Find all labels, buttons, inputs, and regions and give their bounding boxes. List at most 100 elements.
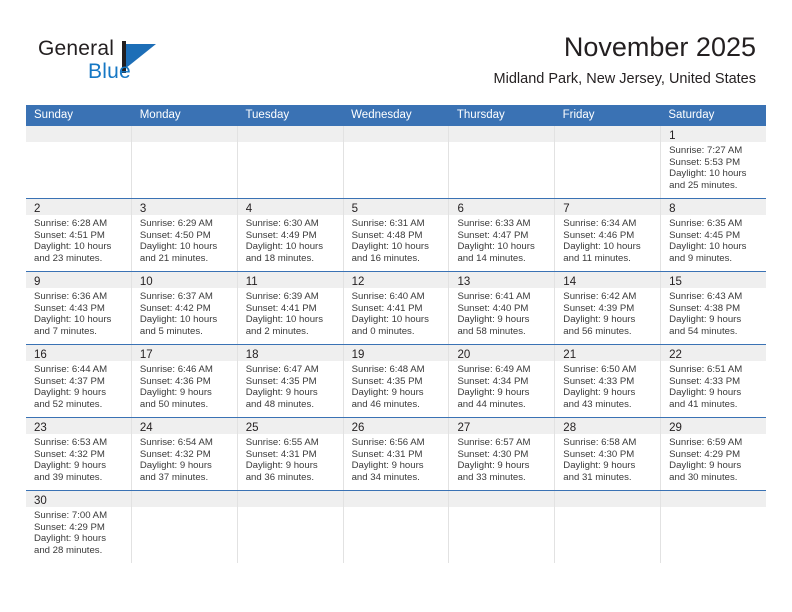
calendar-day-cell[interactable]: 22 Sunrise: 6:51 AM Sunset: 4:33 PM Dayligh… <box>661 345 767 417</box>
daylight-duration-line2: and 56 minutes. <box>563 325 632 337</box>
sun-info: Sunrise: 6:55 AM Sunset: 4:31 PM Daylight:… <box>238 434 343 483</box>
sun-info: Sunrise: 6:42 AM Sunset: 4:39 PM Daylight:… <box>555 288 660 337</box>
daylight-duration-line1: Daylight: 9 hours <box>139 460 212 472</box>
sunset-time: Sunset: 4:30 PM <box>563 448 635 460</box>
calendar-day-cell[interactable]: 29 Sunrise: 6:59 AM Sunset: 4:29 PM Dayligh… <box>661 418 767 490</box>
day-number-band <box>555 126 661 142</box>
calendar-day-cell[interactable]: 12 Sunrise: 6:40 AM Sunset: 4:41 PM Dayligh… <box>343 272 450 344</box>
day-number-band: 5 <box>343 199 449 215</box>
sunset-time: Sunset: 4:35 PM <box>351 375 423 387</box>
calendar-day-cell[interactable]: 6 Sunrise: 6:33 AM Sunset: 4:47 PM Daylight… <box>449 199 556 271</box>
calendar-day-cell[interactable]: 7 Sunrise: 6:34 AM Sunset: 4:46 PM Daylight… <box>555 199 662 271</box>
daylight-duration-line1: Daylight: 10 hours <box>669 168 747 180</box>
sunset-time: Sunset: 4:42 PM <box>139 302 211 314</box>
day-number-band: 23 <box>26 418 131 434</box>
day-number: 26 <box>351 422 365 434</box>
day-of-week-header-tuesday: Tuesday <box>245 109 290 121</box>
calendar-weeks: 1 Sunrise: 7:27 AM Sunset: 5:53 PM Daylight… <box>26 126 767 563</box>
calendar-day-cell[interactable]: 26 Sunrise: 6:56 AM Sunset: 4:31 PM Dayligh… <box>343 418 450 490</box>
day-number-band: 28 <box>555 418 661 434</box>
calendar-day-cell[interactable]: 4 Sunrise: 6:30 AM Sunset: 4:49 PM Daylight… <box>237 199 344 271</box>
day-of-week-header-saturday: Saturday <box>668 109 715 121</box>
daylight-duration-line2: and 48 minutes. <box>245 398 314 410</box>
sunrise-time: Sunrise: 6:36 AM <box>34 291 108 302</box>
calendar-day-cell[interactable]: 2 Sunrise: 6:28 AM Sunset: 4:51 PM Daylight… <box>26 199 132 271</box>
daylight-duration-line2: and 31 minutes. <box>563 471 632 483</box>
day-number-band <box>237 126 343 142</box>
sunset-time: Sunset: 4:36 PM <box>139 375 211 387</box>
sun-info: Sunrise: 6:44 AM Sunset: 4:37 PM Daylight:… <box>26 361 131 410</box>
calendar-day-cell[interactable]: 30 Sunrise: 7:00 AM Sunset: 4:29 PM Dayligh… <box>26 491 132 563</box>
sun-info: Sunrise: 6:46 AM Sunset: 4:36 PM Daylight:… <box>132 361 237 410</box>
calendar-week-row: 9 Sunrise: 6:36 AM Sunset: 4:43 PM Daylight… <box>26 272 767 345</box>
daylight-duration-line1: Daylight: 10 hours <box>563 241 641 253</box>
day-number-band: 19 <box>343 345 449 361</box>
sunrise-time: Sunrise: 6:49 AM <box>457 364 531 375</box>
daylight-duration-line1: Daylight: 9 hours <box>34 460 106 472</box>
calendar-cell-empty <box>343 491 450 563</box>
sunset-time: Sunset: 4:51 PM <box>34 229 105 241</box>
day-number: 6 <box>457 203 464 215</box>
calendar-day-cell[interactable]: 3 Sunrise: 6:29 AM Sunset: 4:50 PM Daylight… <box>131 199 238 271</box>
calendar-day-cell[interactable]: 16 Sunrise: 6:44 AM Sunset: 4:37 PM Dayligh… <box>26 345 132 417</box>
calendar-day-cell[interactable]: 14 Sunrise: 6:42 AM Sunset: 4:39 PM Dayligh… <box>555 272 662 344</box>
day-number: 17 <box>139 349 153 361</box>
sunrise-time: Sunrise: 6:44 AM <box>34 364 108 375</box>
daylight-duration-line1: Daylight: 9 hours <box>563 387 636 399</box>
daylight-duration-line1: Daylight: 10 hours <box>457 241 535 253</box>
calendar-day-cell[interactable]: 15 Sunrise: 6:43 AM Sunset: 4:38 PM Dayligh… <box>661 272 767 344</box>
sunset-time: Sunset: 4:48 PM <box>351 229 423 241</box>
sun-info: Sunrise: 6:47 AM Sunset: 4:35 PM Daylight:… <box>238 361 343 410</box>
daylight-duration-line2: and 14 minutes. <box>457 252 526 264</box>
day-number: 20 <box>457 349 471 361</box>
calendar-day-cell[interactable]: 19 Sunrise: 6:48 AM Sunset: 4:35 PM Dayligh… <box>343 345 450 417</box>
sun-info: Sunrise: 6:43 AM Sunset: 4:38 PM Daylight:… <box>661 288 766 337</box>
day-number-band: 11 <box>237 272 343 288</box>
daylight-duration-line1: Daylight: 9 hours <box>563 460 636 472</box>
calendar-day-cell[interactable]: 5 Sunrise: 6:31 AM Sunset: 4:48 PM Daylight… <box>343 199 450 271</box>
calendar-week-row: 23 Sunrise: 6:53 AM Sunset: 4:32 PM Dayligh… <box>26 418 767 491</box>
sunset-time: Sunset: 4:33 PM <box>563 375 635 387</box>
day-of-week-header-row: Sunday Monday Tuesday Wednesday Thursday Frid… <box>26 105 766 126</box>
sun-info: Sunrise: 6:37 AM Sunset: 4:42 PM Daylight:… <box>132 288 237 337</box>
day-number: 19 <box>351 349 365 361</box>
calendar-day-cell[interactable]: 28 Sunrise: 6:58 AM Sunset: 4:30 PM Dayligh… <box>555 418 662 490</box>
sunrise-time: Sunrise: 6:57 AM <box>457 437 531 448</box>
calendar-day-cell[interactable]: 27 Sunrise: 6:57 AM Sunset: 4:30 PM Dayligh… <box>449 418 556 490</box>
calendar-day-cell[interactable]: 18 Sunrise: 6:47 AM Sunset: 4:35 PM Dayligh… <box>237 345 344 417</box>
day-number-band <box>343 126 449 142</box>
calendar-day-cell[interactable]: 13 Sunrise: 6:41 AM Sunset: 4:40 PM Dayligh… <box>449 272 556 344</box>
daylight-duration-line1: Daylight: 9 hours <box>245 387 318 399</box>
daylight-duration-line2: and 30 minutes. <box>669 471 738 483</box>
day-number-band: 15 <box>661 272 767 288</box>
calendar-day-cell[interactable]: 8 Sunrise: 6:35 AM Sunset: 4:45 PM Daylight… <box>661 199 767 271</box>
day-number-band: 26 <box>343 418 449 434</box>
calendar-day-cell[interactable]: 21 Sunrise: 6:50 AM Sunset: 4:33 PM Dayligh… <box>555 345 662 417</box>
daylight-duration-line1: Daylight: 9 hours <box>351 387 424 399</box>
sun-info: Sunrise: 6:51 AM Sunset: 4:33 PM Daylight:… <box>661 361 766 410</box>
calendar-day-cell[interactable]: 20 Sunrise: 6:49 AM Sunset: 4:34 PM Dayligh… <box>449 345 556 417</box>
sun-info: Sunrise: 6:40 AM Sunset: 4:41 PM Daylight:… <box>344 288 449 337</box>
calendar-day-cell[interactable]: 25 Sunrise: 6:55 AM Sunset: 4:31 PM Dayligh… <box>237 418 344 490</box>
daylight-duration-line1: Daylight: 10 hours <box>34 314 112 326</box>
calendar-day-cell[interactable]: 1 Sunrise: 7:27 AM Sunset: 5:53 PM Daylight… <box>661 126 767 198</box>
calendar-cell-empty <box>237 491 344 563</box>
calendar-day-cell[interactable]: 11 Sunrise: 6:39 AM Sunset: 4:41 PM Dayligh… <box>237 272 344 344</box>
day-number-band: 25 <box>237 418 343 434</box>
daylight-duration-line2: and 21 minutes. <box>139 252 209 264</box>
sunset-time: Sunset: 4:33 PM <box>669 375 741 387</box>
calendar-cell-empty <box>26 126 132 198</box>
day-of-week-header-thursday: Thursday <box>456 109 505 121</box>
calendar-day-cell[interactable]: 23 Sunrise: 6:53 AM Sunset: 4:32 PM Dayligh… <box>26 418 132 490</box>
calendar-day-cell[interactable]: 24 Sunrise: 6:54 AM Sunset: 4:32 PM Dayligh… <box>131 418 238 490</box>
page-subtitle: Midland Park, New Jersey, United States <box>493 71 756 88</box>
sun-info: Sunrise: 6:50 AM Sunset: 4:33 PM Daylight:… <box>555 361 660 410</box>
calendar-day-cell[interactable]: 17 Sunrise: 6:46 AM Sunset: 4:36 PM Dayligh… <box>131 345 238 417</box>
calendar-day-cell[interactable]: 10 Sunrise: 6:37 AM Sunset: 4:42 PM Dayligh… <box>131 272 238 344</box>
calendar-day-cell[interactable]: 9 Sunrise: 6:36 AM Sunset: 4:43 PM Daylight… <box>26 272 132 344</box>
day-number-band: 17 <box>131 345 237 361</box>
sunset-time: Sunset: 4:41 PM <box>351 302 423 314</box>
day-number-band <box>555 491 661 507</box>
general-blue-logo[interactable]: General Blue <box>38 38 168 88</box>
sun-info: Sunrise: 6:36 AM Sunset: 4:43 PM Daylight:… <box>26 288 131 337</box>
